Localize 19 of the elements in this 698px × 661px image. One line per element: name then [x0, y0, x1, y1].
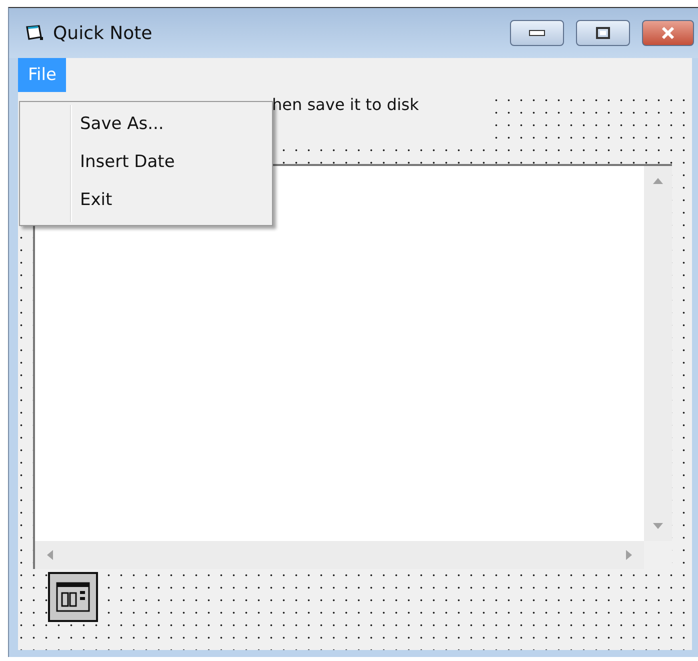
horizontal-scrollbar[interactable]	[35, 541, 644, 569]
minimize-button[interactable]	[510, 20, 564, 46]
maximize-icon	[596, 27, 610, 39]
scroll-left-icon[interactable]	[45, 550, 55, 560]
menu-option[interactable]: Insert Date	[20, 143, 272, 181]
menu-option[interactable]: Exit	[20, 181, 272, 219]
minimize-icon	[529, 30, 545, 36]
scroll-down-icon[interactable]	[653, 521, 663, 531]
app-icon	[25, 24, 45, 42]
vertical-scrollbar[interactable]	[644, 166, 672, 541]
scroll-right-icon[interactable]	[624, 550, 634, 560]
timer-control[interactable]	[48, 572, 98, 622]
timer-icon	[56, 582, 90, 612]
window-title: Quick Note	[53, 22, 154, 44]
maximize-button[interactable]	[576, 20, 630, 46]
close-icon	[661, 27, 675, 39]
menu-option[interactable]: Save As...	[20, 105, 272, 143]
close-button[interactable]	[642, 20, 694, 46]
scroll-up-icon[interactable]	[653, 176, 663, 186]
